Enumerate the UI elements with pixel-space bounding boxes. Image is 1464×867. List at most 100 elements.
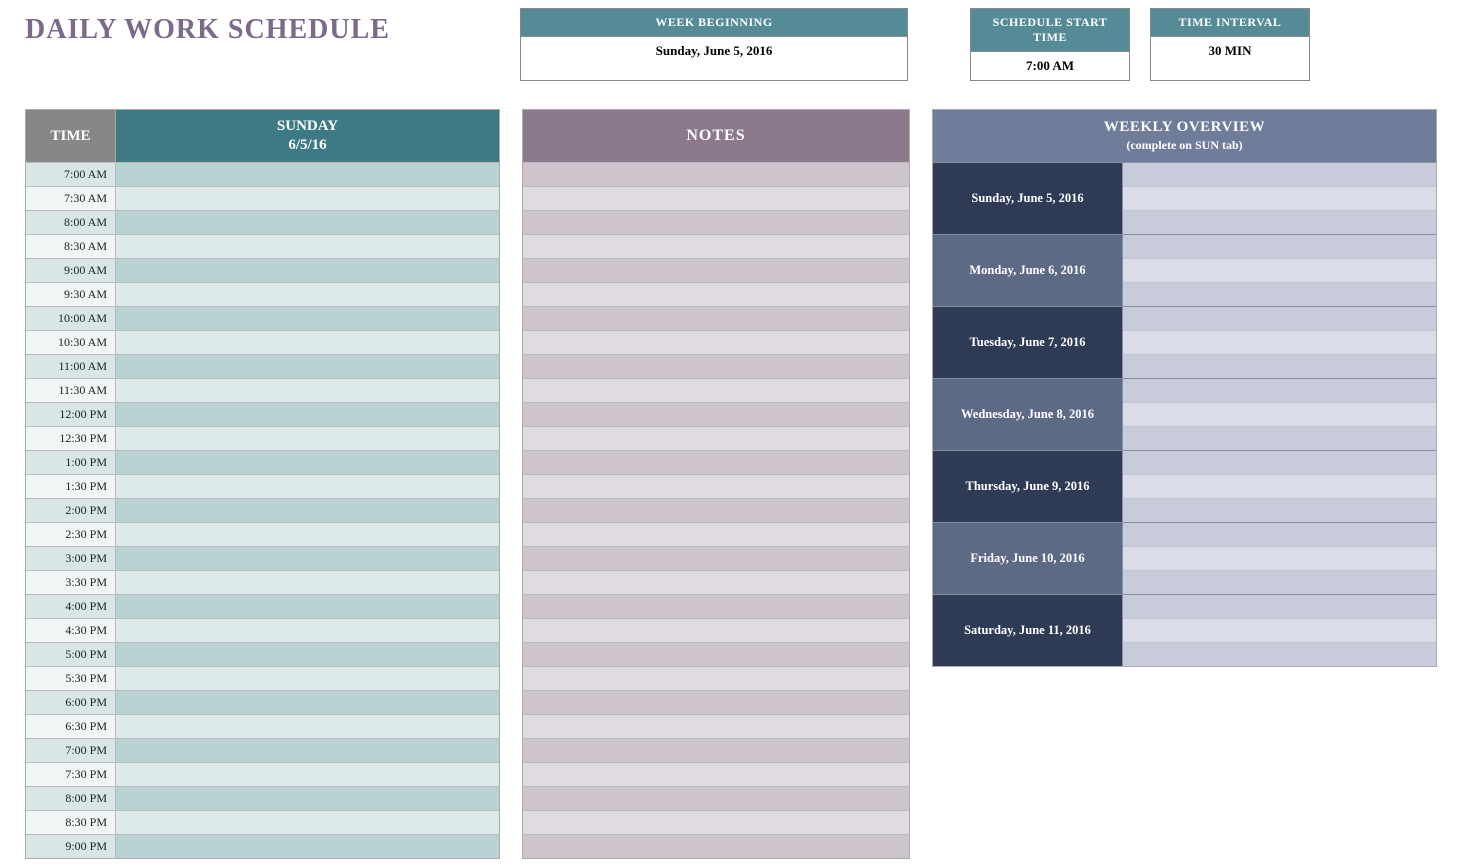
schedule-time-cell: 9:00 AM xyxy=(26,259,116,282)
overview-slot[interactable] xyxy=(1123,235,1436,258)
schedule-value-cell[interactable] xyxy=(116,667,499,690)
notes-row[interactable] xyxy=(523,258,909,282)
start-time-value[interactable]: 7:00 AM xyxy=(971,52,1129,80)
schedule-value-cell[interactable] xyxy=(116,427,499,450)
notes-row[interactable] xyxy=(523,210,909,234)
notes-row[interactable] xyxy=(523,306,909,330)
interval-value[interactable]: 30 MIN xyxy=(1151,37,1309,65)
notes-row[interactable] xyxy=(523,834,909,858)
schedule-value-cell[interactable] xyxy=(116,619,499,642)
schedule-row: 8:30 PM xyxy=(26,810,499,834)
schedule-day-date: 6/5/16 xyxy=(288,136,326,155)
overview-slot[interactable] xyxy=(1123,186,1436,210)
overview-slot[interactable] xyxy=(1123,379,1436,402)
schedule-value-cell[interactable] xyxy=(116,163,499,186)
notes-row[interactable] xyxy=(523,786,909,810)
notes-row[interactable] xyxy=(523,738,909,762)
schedule-row: 12:30 PM xyxy=(26,426,499,450)
notes-row[interactable] xyxy=(523,450,909,474)
schedule-panel: TIME SUNDAY 6/5/16 7:00 AM7:30 AM8:00 AM… xyxy=(25,109,500,859)
notes-row[interactable] xyxy=(523,570,909,594)
schedule-value-cell[interactable] xyxy=(116,283,499,306)
schedule-value-cell[interactable] xyxy=(116,403,499,426)
schedule-value-cell[interactable] xyxy=(116,307,499,330)
schedule-value-cell[interactable] xyxy=(116,523,499,546)
schedule-row: 2:00 PM xyxy=(26,498,499,522)
schedule-value-cell[interactable] xyxy=(116,787,499,810)
interval-label: TIME INTERVAL xyxy=(1151,9,1309,37)
week-beginning-value[interactable]: Sunday, June 5, 2016 xyxy=(521,37,907,65)
schedule-value-cell[interactable] xyxy=(116,379,499,402)
schedule-value-cell[interactable] xyxy=(116,331,499,354)
schedule-value-cell[interactable] xyxy=(116,259,499,282)
overview-slot[interactable] xyxy=(1123,210,1436,234)
notes-row[interactable] xyxy=(523,762,909,786)
overview-slot[interactable] xyxy=(1123,523,1436,546)
overview-slot[interactable] xyxy=(1123,570,1436,594)
schedule-value-cell[interactable] xyxy=(116,475,499,498)
notes-row[interactable] xyxy=(523,186,909,210)
schedule-value-cell[interactable] xyxy=(116,547,499,570)
schedule-value-cell[interactable] xyxy=(116,715,499,738)
notes-row[interactable] xyxy=(523,594,909,618)
schedule-value-cell[interactable] xyxy=(116,811,499,834)
notes-row[interactable] xyxy=(523,522,909,546)
schedule-value-cell[interactable] xyxy=(116,187,499,210)
schedule-value-cell[interactable] xyxy=(116,355,499,378)
overview-slot[interactable] xyxy=(1123,307,1436,330)
notes-row[interactable] xyxy=(523,642,909,666)
schedule-day-name: SUNDAY xyxy=(277,117,338,136)
notes-row[interactable] xyxy=(523,690,909,714)
notes-row[interactable] xyxy=(523,498,909,522)
schedule-value-cell[interactable] xyxy=(116,835,499,858)
notes-row[interactable] xyxy=(523,282,909,306)
schedule-value-cell[interactable] xyxy=(116,595,499,618)
overview-slot[interactable] xyxy=(1123,595,1436,618)
overview-slot[interactable] xyxy=(1123,282,1436,306)
notes-row[interactable] xyxy=(523,714,909,738)
schedule-value-cell[interactable] xyxy=(116,235,499,258)
notes-row[interactable] xyxy=(523,810,909,834)
schedule-value-cell[interactable] xyxy=(116,691,499,714)
schedule-value-cell[interactable] xyxy=(116,739,499,762)
schedule-time-cell: 7:30 AM xyxy=(26,187,116,210)
notes-row[interactable] xyxy=(523,330,909,354)
overview-slot[interactable] xyxy=(1123,451,1436,474)
notes-row[interactable] xyxy=(523,162,909,186)
overview-slot[interactable] xyxy=(1123,498,1436,522)
overview-slot[interactable] xyxy=(1123,354,1436,378)
overview-slot[interactable] xyxy=(1123,618,1436,642)
schedule-time-cell: 8:00 PM xyxy=(26,787,116,810)
overview-slots xyxy=(1123,235,1436,306)
notes-row[interactable] xyxy=(523,546,909,570)
notes-row[interactable] xyxy=(523,618,909,642)
schedule-value-cell[interactable] xyxy=(116,643,499,666)
schedule-value-cell[interactable] xyxy=(116,451,499,474)
schedule-value-cell[interactable] xyxy=(116,499,499,522)
schedule-row: 11:00 AM xyxy=(26,354,499,378)
overview-slot[interactable] xyxy=(1123,402,1436,426)
overview-header-title: WEEKLY OVERVIEW xyxy=(1104,118,1265,138)
schedule-value-cell[interactable] xyxy=(116,571,499,594)
notes-row[interactable] xyxy=(523,354,909,378)
overview-slot[interactable] xyxy=(1123,330,1436,354)
schedule-time-cell: 8:30 AM xyxy=(26,235,116,258)
page-title: DAILY WORK SCHEDULE xyxy=(25,8,520,46)
notes-row[interactable] xyxy=(523,474,909,498)
notes-row[interactable] xyxy=(523,378,909,402)
overview-slot[interactable] xyxy=(1123,258,1436,282)
schedule-value-cell[interactable] xyxy=(116,211,499,234)
schedule-time-cell: 9:00 PM xyxy=(26,835,116,858)
overview-slot[interactable] xyxy=(1123,163,1436,186)
notes-row[interactable] xyxy=(523,402,909,426)
overview-slot[interactable] xyxy=(1123,426,1436,450)
overview-slot[interactable] xyxy=(1123,474,1436,498)
overview-slot[interactable] xyxy=(1123,642,1436,666)
schedule-row: 7:00 AM xyxy=(26,162,499,186)
overview-slot[interactable] xyxy=(1123,546,1436,570)
schedule-value-cell[interactable] xyxy=(116,763,499,786)
notes-row[interactable] xyxy=(523,666,909,690)
notes-row[interactable] xyxy=(523,234,909,258)
notes-row[interactable] xyxy=(523,426,909,450)
schedule-row: 10:30 AM xyxy=(26,330,499,354)
